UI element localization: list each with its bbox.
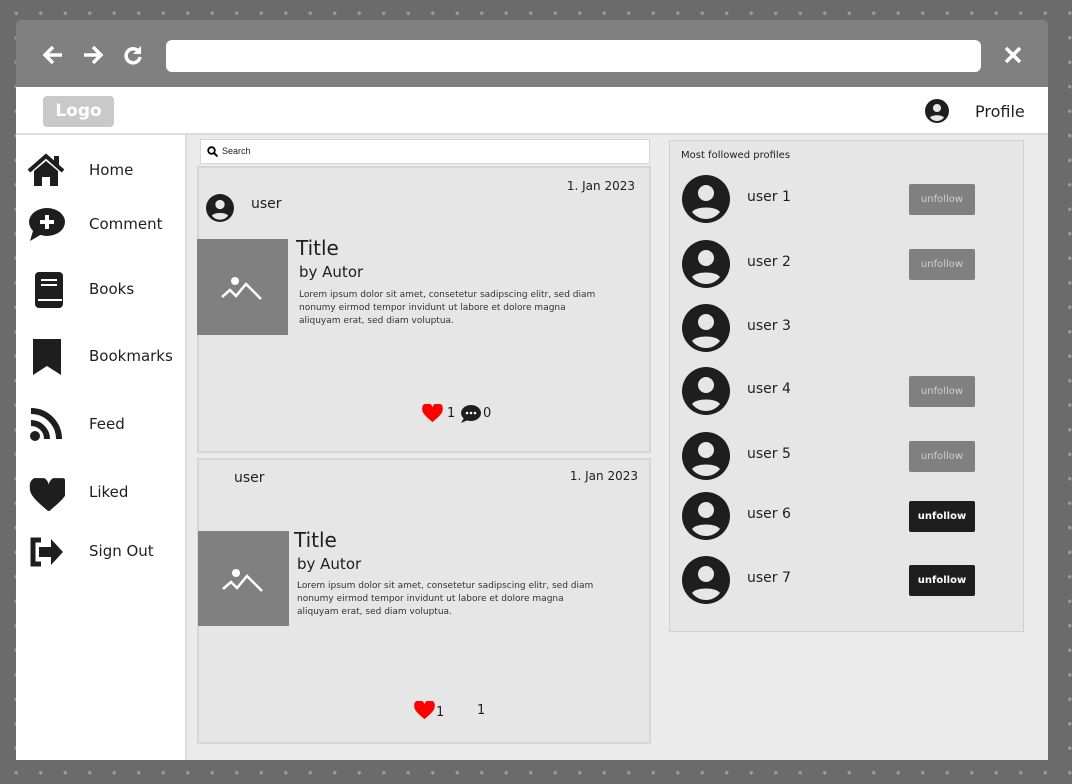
like-count: 1 bbox=[436, 705, 445, 720]
home-icon bbox=[27, 153, 65, 186]
browser-window: Logo Profile Home Comment Books Bookmark… bbox=[16, 20, 1048, 760]
panel-title: Most followed profiles bbox=[681, 150, 791, 161]
profile-row: user 3 bbox=[670, 303, 1023, 353]
post-text: Lorem ipsum dolor sit amet, consetetur s… bbox=[299, 290, 596, 326]
profile-name[interactable]: user 6 bbox=[747, 506, 791, 522]
post-card: 1. Jan 2023 user Title by Autor Lorem ip… bbox=[197, 458, 651, 744]
post-date: 1. Jan 2023 bbox=[566, 179, 635, 193]
sidebar-item-home[interactable]: Home bbox=[16, 151, 185, 191]
user-avatar-icon[interactable] bbox=[682, 367, 730, 415]
sidebar-item-label: Home bbox=[89, 161, 134, 179]
heart-icon bbox=[27, 475, 65, 511]
user-avatar-icon[interactable] bbox=[206, 194, 234, 222]
profile-row: user 5 unfollow bbox=[670, 431, 1023, 481]
logo[interactable]: Logo bbox=[43, 96, 114, 127]
profile-row: user 1 unfollow bbox=[670, 174, 1023, 224]
comment-icon[interactable] bbox=[460, 404, 481, 424]
bookmark-icon bbox=[33, 339, 61, 375]
comment-count: 1 bbox=[477, 703, 486, 718]
unfollow-button[interactable]: unfollow bbox=[909, 184, 975, 215]
post-text: Lorem ipsum dolor sit amet, consetetur s… bbox=[297, 581, 594, 617]
back-arrow-icon[interactable] bbox=[42, 44, 64, 66]
book-icon bbox=[35, 272, 63, 308]
post-title[interactable]: Title bbox=[294, 528, 337, 552]
sidebar-item-feed[interactable]: Feed bbox=[16, 405, 185, 445]
like-heart-icon[interactable] bbox=[422, 404, 443, 423]
user-avatar-icon[interactable] bbox=[682, 304, 730, 352]
user-avatar-icon[interactable] bbox=[682, 175, 730, 223]
profile-row: user 7 unfollow bbox=[670, 555, 1023, 605]
sidebar-item-label: Bookmarks bbox=[89, 347, 173, 365]
unfollow-button[interactable]: unfollow bbox=[909, 376, 975, 407]
sidebar-item-label: Books bbox=[89, 280, 135, 298]
post-author: by Autor bbox=[297, 555, 362, 573]
unfollow-button[interactable]: unfollow bbox=[909, 441, 975, 472]
profile-row: user 6 unfollow bbox=[670, 491, 1023, 541]
search-icon bbox=[207, 146, 218, 157]
comment-plus-icon bbox=[29, 208, 65, 241]
sidebar-item-label: Feed bbox=[89, 415, 125, 433]
post-date: 1. Jan 2023 bbox=[569, 469, 638, 483]
browser-toolbar bbox=[16, 20, 1048, 87]
like-heart-icon[interactable] bbox=[414, 701, 435, 720]
sidebar-item-books[interactable]: Books bbox=[16, 270, 185, 310]
unfollow-button[interactable]: unfollow bbox=[909, 565, 975, 596]
comment-count: 0 bbox=[483, 406, 492, 421]
user-avatar-icon[interactable] bbox=[682, 432, 730, 480]
sidebar-item-bookmarks[interactable]: Bookmarks bbox=[16, 337, 185, 377]
profile-name[interactable]: user 3 bbox=[747, 318, 791, 334]
profile-name[interactable]: user 2 bbox=[747, 254, 791, 270]
sidebar-item-label: Comment bbox=[89, 215, 163, 233]
post-username[interactable]: user bbox=[234, 470, 265, 486]
profile-avatar-icon[interactable] bbox=[925, 99, 949, 123]
profile-row: user 2 unfollow bbox=[670, 239, 1023, 289]
search-placeholder: Search bbox=[222, 146, 251, 156]
post-image bbox=[198, 531, 289, 626]
sidebar-item-sign-out[interactable]: Sign Out bbox=[16, 532, 185, 572]
sidebar-item-label: Sign Out bbox=[89, 542, 154, 560]
most-followed-panel: Most followed profiles user 1 unfollow us… bbox=[669, 140, 1024, 632]
profile-name[interactable]: user 5 bbox=[747, 446, 791, 462]
post-image bbox=[197, 239, 288, 335]
profile-link[interactable]: Profile bbox=[975, 102, 1025, 121]
post-card: 1. Jan 2023 user Title by Autor Lorem ip… bbox=[197, 166, 651, 453]
address-bar[interactable] bbox=[166, 40, 981, 72]
sidebar-item-comment[interactable]: Comment bbox=[16, 205, 185, 245]
sidebar: Home Comment Books Bookmarks Feed Liked … bbox=[16, 135, 187, 760]
post-username[interactable]: user bbox=[251, 196, 282, 212]
search-input[interactable]: Search bbox=[200, 139, 650, 164]
sign-out-icon bbox=[30, 537, 63, 567]
user-avatar-icon[interactable] bbox=[682, 240, 730, 288]
user-avatar-icon[interactable] bbox=[682, 556, 730, 604]
profile-row: user 4 unfollow bbox=[670, 366, 1023, 416]
image-placeholder-icon bbox=[222, 567, 264, 593]
post-title[interactable]: Title bbox=[296, 236, 339, 260]
image-placeholder-icon bbox=[221, 275, 263, 301]
reload-icon[interactable] bbox=[122, 44, 144, 66]
post-author: by Autor bbox=[299, 263, 364, 281]
user-avatar-icon[interactable] bbox=[682, 492, 730, 540]
sidebar-item-liked[interactable]: Liked bbox=[16, 473, 185, 513]
close-icon[interactable] bbox=[1002, 44, 1024, 66]
forward-arrow-icon[interactable] bbox=[82, 44, 104, 66]
profile-name[interactable]: user 7 bbox=[747, 570, 791, 586]
unfollow-button[interactable]: unfollow bbox=[909, 249, 975, 280]
profile-name[interactable]: user 4 bbox=[747, 381, 791, 397]
rss-feed-icon bbox=[30, 408, 62, 441]
unfollow-button[interactable]: unfollow bbox=[909, 501, 975, 532]
site-header: Logo Profile bbox=[16, 87, 1048, 135]
sidebar-item-label: Liked bbox=[89, 483, 129, 501]
profile-name[interactable]: user 1 bbox=[747, 189, 791, 205]
like-count: 1 bbox=[447, 406, 456, 421]
